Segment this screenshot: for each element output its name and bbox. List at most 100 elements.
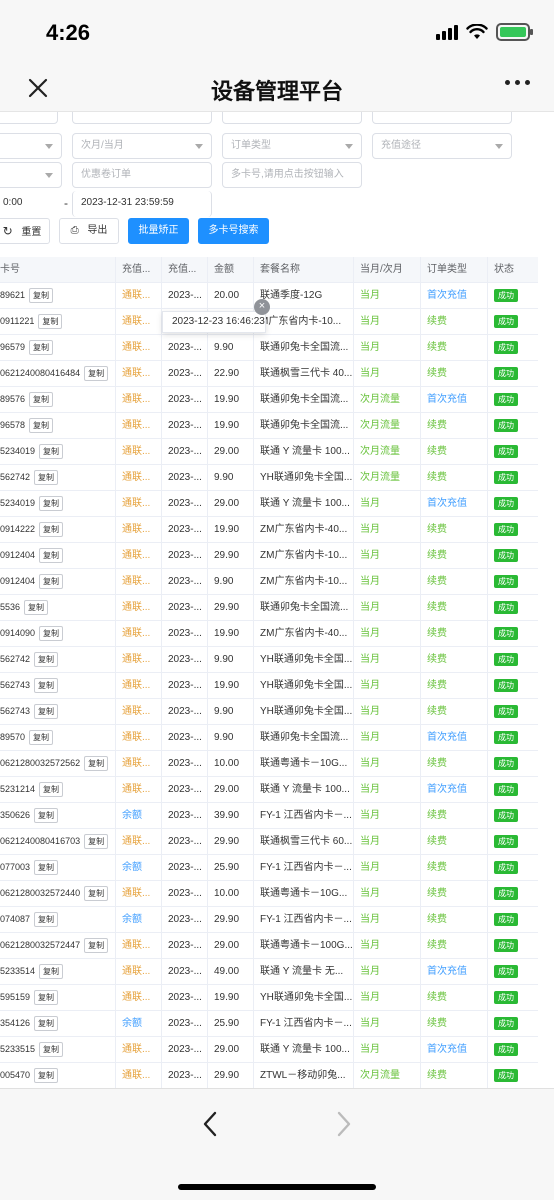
card-number-cell: 5536 复制 [0,595,116,620]
copy-button[interactable]: 复制 [84,886,109,901]
table-row[interactable]: 5536 复制 通联... 2023-... 29.90 联通卯兔卡全国流... 当月 续费成… [0,595,538,621]
table-row[interactable]: 5233514 复制 通联... 2023-... 49.00 联通 Y 流量卡 无...… [0,959,538,985]
table-row[interactable]: 96579 复制 通联... 2023-... 9.90 联通卯兔卡全国流... 当月 续费成… [0,335,538,361]
copy-button[interactable]: 复制 [34,990,59,1005]
table-row[interactable]: 96578 复制 通联... 2023-... 19.90 联通卯兔卡全国流... 次月流量… [0,413,538,439]
column-header[interactable]: 套餐名称 [254,257,354,282]
copy-button[interactable]: 复制 [38,314,63,329]
copy-button[interactable]: 复制 [39,1042,64,1057]
filter-partial-4[interactable] [372,112,512,124]
table-row[interactable]: 89570 复制 通联... 2023-... 9.90 联通卯兔卡全国流... 当月 首次充… [0,725,538,751]
table-row[interactable]: 562742 复制 通联... 2023-... 9.90 YH联通卯兔卡全国... 当月续… [0,647,538,673]
column-header[interactable]: 状态 [488,257,538,282]
end-time-input[interactable]: 2023-12-31 23:59:59 [72,191,212,217]
table-row[interactable]: 5233515 复制 通联... 2023-... 29.00 联通 Y 流量卡 100.… [0,1037,538,1063]
status-badge: 成功 [494,653,518,666]
table-row[interactable]: 5234019 复制 通联... 2023-... 29.00 联通 Y 流量卡 100.… [0,491,538,517]
copy-button[interactable]: 复制 [34,470,59,485]
filter-partial-1[interactable] [0,112,58,124]
batch-correct-button[interactable]: 批量矫正 [128,218,189,244]
column-header[interactable]: 卡号 [0,257,116,282]
copy-button[interactable]: 复制 [39,782,64,797]
table-row[interactable]: 074087 复制 余额 2023-... 29.90 FY-1 江西省内卡－... 当月续… [0,907,538,933]
forward-arrow-icon[interactable] [334,1111,354,1137]
copy-button[interactable]: 复制 [39,522,64,537]
order-type-select[interactable]: 订单类型 [222,133,362,159]
copy-button[interactable]: 复制 [39,964,64,979]
table-row[interactable]: 562743 复制 通联... 2023-... 19.90 YH联通卯兔卡全国... 当月… [0,673,538,699]
column-header[interactable]: 当月/次月 [354,257,421,282]
order-type-cell-text: 首次充值 [427,394,467,405]
copy-button[interactable]: 复制 [29,340,54,355]
recharge-time-cell-text: 2023-... [168,732,202,743]
copy-button[interactable]: 复制 [34,678,59,693]
table-row[interactable]: 0911221 复制 通联... M广东省内卡-10... 当月 续费 成功 [0,309,538,335]
filter-select-2[interactable] [0,162,62,188]
package-name-cell: YH联通卯兔卡全国... [254,647,354,672]
copy-button[interactable]: 复制 [29,730,54,745]
copy-button[interactable]: 复制 [24,600,49,615]
copy-button[interactable]: 复制 [84,834,109,849]
copy-button[interactable]: 复制 [84,938,109,953]
copy-button[interactable]: 复制 [29,418,54,433]
table-row[interactable]: 0621240080416484 复制 通联... 2023-... 22.90 联通枫雪… [0,361,538,387]
card-number-cell: 89576 复制 [0,387,116,412]
column-header[interactable]: 订单类型 [421,257,488,282]
package-name-cell: FY-1 江西省内卡－... [254,855,354,880]
filter-partial-2[interactable] [72,112,212,124]
copy-button[interactable]: 复制 [29,392,54,407]
table-row[interactable]: 0914222 复制 通联... 2023-... 19.90 ZM广东省内卡-40...… [0,517,538,543]
copy-button[interactable]: 复制 [34,808,59,823]
table-row[interactable]: 5231214 复制 通联... 2023-... 29.00 联通 Y 流量卡 100.… [0,777,538,803]
card-search-input[interactable]: 多卡号,请用点击按钮输入 [222,162,362,188]
table-row[interactable]: 5234019 复制 通联... 2023-... 29.00 联通 Y 流量卡 100.… [0,439,538,465]
copy-button[interactable]: 复制 [34,912,59,927]
table-row[interactable]: 89576 复制 通联... 2023-... 19.90 联通卯兔卡全国流... 次月流量… [0,387,538,413]
table-row[interactable]: 354126 复制 余额 2023-... 25.90 FY-1 江西省内卡－... 当月续… [0,1011,538,1037]
filter-select-1[interactable] [0,133,62,159]
reset-button[interactable]: ↻ 重置 [0,218,50,244]
copy-button[interactable]: 复制 [39,548,64,563]
start-time-input[interactable]: 0:00 [0,191,62,217]
status-icons [436,23,533,41]
copy-button[interactable]: 复制 [34,1068,59,1083]
tooltip-close-icon[interactable]: × [254,299,270,315]
copy-button[interactable]: 复制 [34,860,59,875]
copy-button[interactable]: 复制 [84,756,109,771]
coupon-order-input[interactable]: 优惠卷订单 [72,162,212,188]
copy-button[interactable]: 复制 [39,444,64,459]
copy-button[interactable]: 复制 [39,574,64,589]
copy-button[interactable]: 复制 [34,1016,59,1031]
copy-button[interactable]: 复制 [29,288,54,303]
more-options-icon[interactable] [505,80,530,85]
filter-partial-3[interactable] [222,112,362,124]
copy-button[interactable]: 复制 [39,626,64,641]
copy-button[interactable]: 复制 [84,366,109,381]
export-button[interactable]: ⎙ 导出 [59,218,119,244]
table-row[interactable]: 0621280032572447 复制 通联... 2023-... 29.00 联通粤通… [0,933,538,959]
column-header[interactable]: 充值... [116,257,162,282]
card-number-cell: 0621240080416703 复制 [0,829,116,854]
column-header[interactable]: 充值... [162,257,208,282]
table-row[interactable]: 562743 复制 通联... 2023-... 9.90 YH联通卯兔卡全国... 当月续… [0,699,538,725]
copy-button[interactable]: 复制 [39,496,64,511]
table-row[interactable]: 0621240080416703 复制 通联... 2023-... 29.90 联通枫雪… [0,829,538,855]
back-arrow-icon[interactable] [200,1111,220,1137]
table-row[interactable]: 0912404 复制 通联... 2023-... 29.90 ZM广东省内卡-10...… [0,543,538,569]
table-row[interactable]: 595159 复制 通联... 2023-... 19.90 YH联通卯兔卡全国... 当月… [0,985,538,1011]
table-row[interactable]: 0621280032572562 复制 通联... 2023-... 10.00 联通粤通… [0,751,538,777]
table-row[interactable]: 005470 复制 通联... 2023-... 29.90 ZTWL－移动卯兔... 次月… [0,1063,538,1088]
table-row[interactable]: 077003 复制 余额 2023-... 25.90 FY-1 江西省内卡－... 当月续… [0,855,538,881]
table-row[interactable]: 0914090 复制 通联... 2023-... 19.90 ZM广东省内卡-40...… [0,621,538,647]
table-row[interactable]: 0912404 复制 通联... 2023-... 9.90 ZM广东省内卡-10... 当… [0,569,538,595]
recharge-time-cell-text: 2023-... [168,1018,202,1029]
copy-button[interactable]: 复制 [34,652,59,667]
table-row[interactable]: 0621280032572440 复制 通联... 2023-... 10.00 联通粤通… [0,881,538,907]
multi-card-search-button[interactable]: 多卡号搜索 [198,218,269,244]
table-row[interactable]: 562742 复制 通联... 2023-... 9.90 YH联通卯兔卡全国... 次月流… [0,465,538,491]
copy-button[interactable]: 复制 [34,704,59,719]
recharge-channel-select[interactable]: 充值途径 [372,133,512,159]
table-row[interactable]: 350626 复制 余额 2023-... 39.90 FY-1 江西省内卡－... 当月续… [0,803,538,829]
month-select[interactable]: 次月/当月 [72,133,212,159]
column-header[interactable]: 金额 [208,257,254,282]
